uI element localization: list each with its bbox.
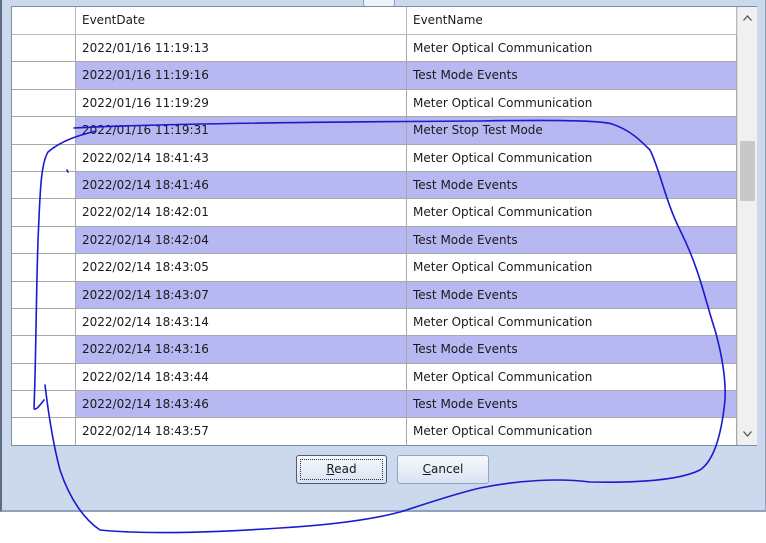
grid-header: EventDate EventName <box>12 7 737 35</box>
dialog-window: EventDate EventName 2022/01/16 11:19:13 M… <box>0 0 766 512</box>
table-row[interactable]: 2022/02/14 18:43:57 Meter Optical Communi… <box>12 418 737 445</box>
event-name-cell[interactable]: Meter Optical Communication <box>407 199 737 226</box>
column-header-eventname[interactable]: EventName <box>407 7 737 34</box>
event-name-cell[interactable]: Test Mode Events <box>407 336 737 363</box>
event-date-cell[interactable]: 2022/01/16 11:19:31 <box>76 117 407 144</box>
event-name-cell[interactable]: Meter Optical Communication <box>407 418 737 445</box>
row-selector[interactable] <box>12 281 76 308</box>
event-date-cell[interactable]: 2022/02/14 18:43:05 <box>76 254 407 281</box>
table-row[interactable]: 2022/01/16 11:19:16 Test Mode Events <box>12 62 737 90</box>
event-date-cell[interactable]: 2022/02/14 18:41:46 <box>76 171 407 199</box>
row-selector[interactable] <box>12 308 76 336</box>
event-date-cell[interactable]: 2022/01/16 11:19:13 <box>76 35 407 62</box>
vertical-scrollbar[interactable] <box>737 7 757 445</box>
event-date-cell[interactable]: 2022/02/14 18:43:44 <box>76 363 407 391</box>
focus-rectangle <box>300 459 383 480</box>
row-selector[interactable] <box>12 363 76 391</box>
event-name-cell[interactable]: Test Mode Events <box>407 171 737 199</box>
table-row[interactable]: 2022/02/14 18:43:07 Test Mode Events <box>12 281 737 309</box>
row-selector[interactable] <box>12 144 76 171</box>
event-name-cell[interactable]: Meter Stop Test Mode <box>407 117 737 144</box>
event-name-cell[interactable]: Test Mode Events <box>407 281 737 308</box>
event-date-cell[interactable]: 2022/02/14 18:43:07 <box>76 281 407 308</box>
event-date-cell[interactable]: 2022/02/14 18:43:14 <box>76 308 407 336</box>
event-name-cell[interactable]: Meter Optical Communication <box>407 144 737 171</box>
event-name-cell[interactable]: Meter Optical Communication <box>407 308 737 336</box>
read-button[interactable]: Read <box>296 455 387 484</box>
event-name-cell[interactable]: Meter Optical Communication <box>407 35 737 62</box>
row-selector[interactable] <box>12 117 76 144</box>
scrollbar-thumb[interactable] <box>740 141 755 201</box>
event-date-cell[interactable]: 2022/01/16 11:19:16 <box>76 62 407 89</box>
table-row[interactable]: 2022/02/14 18:43:05 Meter Optical Communi… <box>12 254 737 282</box>
row-selector[interactable] <box>12 336 76 363</box>
row-selector[interactable] <box>12 89 76 117</box>
chevron-down-icon[interactable] <box>738 425 757 443</box>
event-date-cell[interactable]: 2022/02/14 18:43:57 <box>76 418 407 445</box>
row-selector[interactable] <box>12 226 76 254</box>
event-name-cell[interactable]: Test Mode Events <box>407 226 737 254</box>
table-row[interactable]: 2022/01/16 11:19:29 Meter Optical Communi… <box>12 89 737 118</box>
cancel-label: ancel <box>431 462 464 476</box>
event-date-cell[interactable]: 2022/02/14 18:42:04 <box>76 226 407 254</box>
table-row[interactable]: 2022/01/16 11:19:31 Meter Stop Test Mode <box>12 117 737 145</box>
event-name-cell[interactable]: Meter Optical Communication <box>407 363 737 391</box>
row-selector[interactable] <box>12 35 76 62</box>
cancel-button[interactable]: Cancel <box>397 455 489 484</box>
table-row[interactable]: 2022/02/14 18:43:46 Test Mode Events <box>12 391 737 419</box>
table-row[interactable]: 2022/02/14 18:42:01 Meter Optical Communi… <box>12 199 737 227</box>
table-row[interactable]: 2022/02/14 18:42:04 Test Mode Events <box>12 226 737 255</box>
event-name-cell[interactable]: Meter Optical Communication <box>407 254 737 281</box>
column-header-eventdate[interactable]: EventDate <box>76 7 407 34</box>
event-date-cell[interactable]: 2022/02/14 18:43:16 <box>76 336 407 363</box>
row-selector-header <box>12 7 76 34</box>
event-name-cell[interactable]: Meter Optical Communication <box>407 89 737 117</box>
event-date-cell[interactable]: 2022/02/14 18:42:01 <box>76 199 407 226</box>
table-row[interactable]: 2022/02/14 18:43:14 Meter Optical Communi… <box>12 308 737 337</box>
table-row[interactable]: 2022/02/14 18:41:46 Test Mode Events <box>12 171 737 200</box>
event-name-cell[interactable]: Test Mode Events <box>407 391 737 418</box>
table-row[interactable]: 2022/02/14 18:43:16 Test Mode Events <box>12 336 737 364</box>
chevron-up-icon[interactable] <box>738 9 757 27</box>
event-date-cell[interactable]: 2022/01/16 11:19:29 <box>76 89 407 117</box>
row-selector[interactable] <box>12 62 76 89</box>
table-row[interactable]: 2022/01/16 11:19:13 Meter Optical Communi… <box>12 35 737 63</box>
event-name-cell[interactable]: Test Mode Events <box>407 62 737 89</box>
table-row[interactable]: 2022/02/14 18:41:43 Meter Optical Communi… <box>12 144 737 172</box>
row-selector[interactable] <box>12 171 76 199</box>
event-date-cell[interactable]: 2022/02/14 18:43:46 <box>76 391 407 418</box>
event-date-cell[interactable]: 2022/02/14 18:41:43 <box>76 144 407 171</box>
row-selector[interactable] <box>12 418 76 445</box>
row-selector[interactable] <box>12 391 76 418</box>
row-selector[interactable] <box>12 254 76 281</box>
row-selector[interactable] <box>12 199 76 226</box>
table-row[interactable]: 2022/02/14 18:43:44 Meter Optical Communi… <box>12 363 737 392</box>
events-grid: EventDate EventName 2022/01/16 11:19:13 M… <box>11 6 757 446</box>
cancel-mnemonic: C <box>422 462 432 476</box>
grid-rows: 2022/01/16 11:19:13 Meter Optical Communi… <box>12 35 737 445</box>
